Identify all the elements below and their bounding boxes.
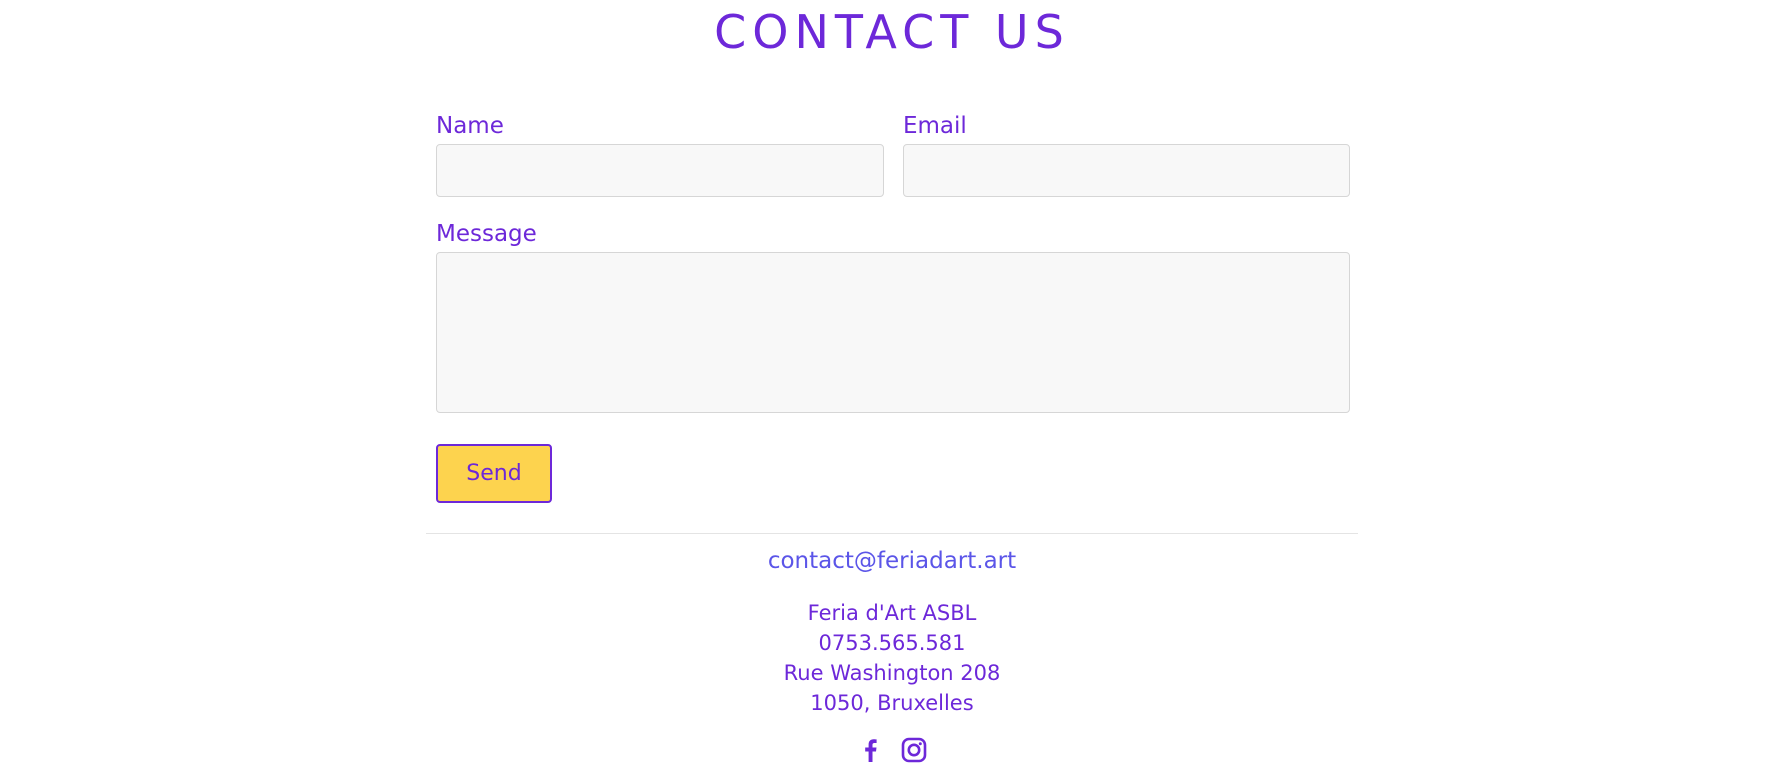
send-button[interactable]: Send bbox=[436, 444, 552, 503]
instagram-link[interactable] bbox=[901, 736, 927, 764]
facebook-icon bbox=[865, 739, 877, 762]
footer-divider bbox=[426, 533, 1358, 534]
org-name: Feria d'Art ASBL bbox=[807, 601, 977, 625]
message-label: Message bbox=[436, 221, 537, 247]
street-address: Rue Washington 208 bbox=[783, 661, 1001, 685]
contact-page: CONTACT US Name Email Message Send conta… bbox=[0, 0, 1784, 775]
facebook-link[interactable] bbox=[857, 736, 883, 764]
instagram-icon bbox=[901, 737, 927, 763]
message-field[interactable] bbox=[436, 252, 1350, 413]
email-field[interactable] bbox=[903, 144, 1350, 197]
city-address: 1050, Bruxelles bbox=[810, 691, 974, 715]
name-label: Name bbox=[436, 113, 504, 139]
contact-email-link[interactable]: contact@feriadart.art bbox=[0, 546, 1784, 576]
address-block: Feria d'Art ASBL 0753.565.581 Rue Washin… bbox=[0, 598, 1784, 718]
name-field[interactable] bbox=[436, 144, 884, 197]
phone-number: 0753.565.581 bbox=[818, 631, 966, 655]
page-title: CONTACT US bbox=[714, 5, 1070, 59]
social-links bbox=[0, 736, 1784, 764]
email-label: Email bbox=[903, 113, 967, 139]
